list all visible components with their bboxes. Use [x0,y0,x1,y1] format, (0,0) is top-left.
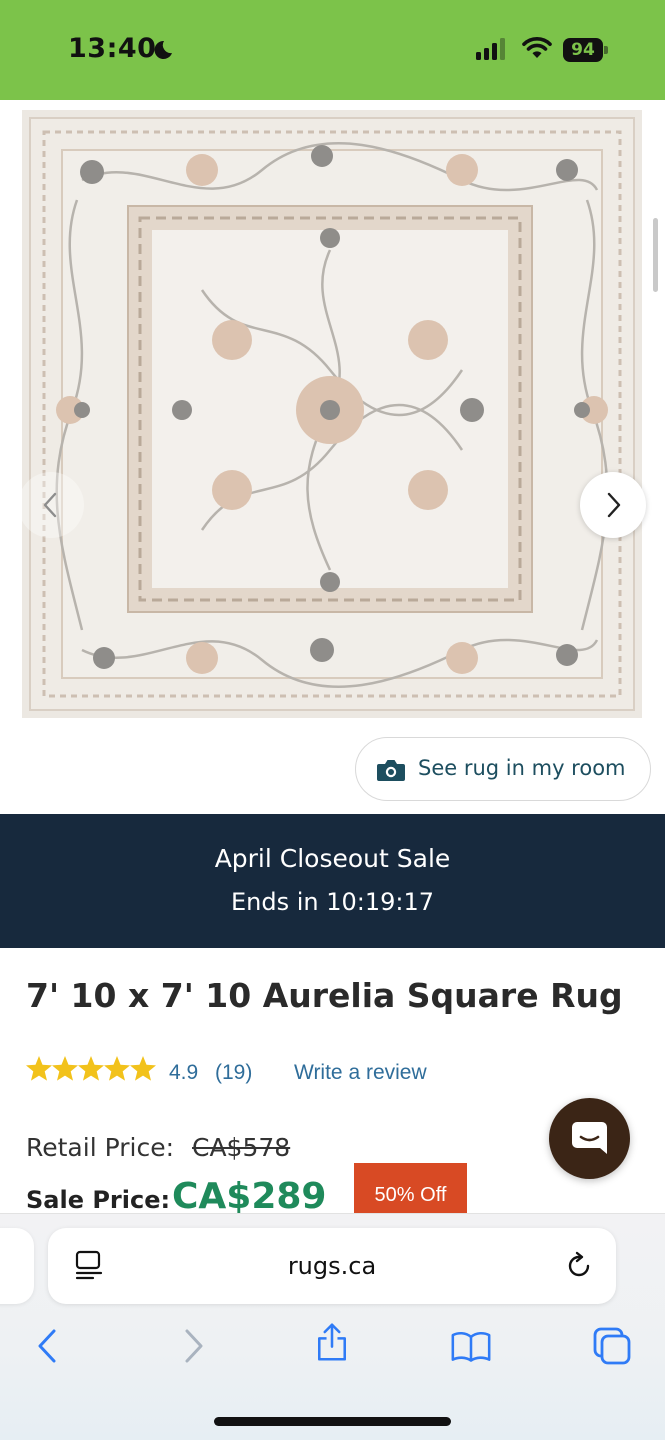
see-rug-in-my-room-button[interactable]: See rug in my room [355,737,651,801]
status-bar: 13:40 94 [0,0,665,100]
product-title: 7' 10 x 7' 10 Aurelia Square Rug [26,976,623,1015]
product-image-carousel[interactable] [0,100,665,815]
battery-tip [604,46,608,54]
review-count-link[interactable]: (19) [215,1061,252,1085]
scroll-indicator [653,218,658,292]
bookmarks-icon[interactable] [451,1326,491,1366]
moon-icon [154,40,172,59]
chevron-left-icon [43,492,57,518]
wifi-icon [522,37,552,58]
battery-indicator: 94 [563,38,609,62]
write-review-link[interactable]: Write a review [294,1061,427,1085]
chat-button[interactable] [549,1098,630,1179]
share-icon[interactable] [312,1322,352,1362]
reload-icon[interactable] [564,1251,594,1281]
discount-badge: 50% Off [354,1163,467,1213]
sale-title: April Closeout Sale [214,844,451,873]
rating-value: 4.9 [169,1061,199,1084]
back-icon[interactable] [28,1326,68,1366]
sale-price-label: Sale Price: [26,1186,171,1214]
chat-bubble-icon [572,1122,607,1154]
see-rug-in-my-room-label: See rug in my room [418,756,626,780]
address-bar[interactable]: rugs.ca [48,1228,616,1304]
camera-icon [377,760,405,781]
carousel-next-button[interactable] [580,472,646,538]
chevron-right-icon [607,492,621,518]
status-time: 13:40 [68,33,157,64]
url-text[interactable]: rugs.ca [48,1252,616,1280]
sale-banner: April Closeout Sale Ends in 10:19:17 [0,814,665,948]
battery-level: 94 [563,38,603,62]
sale-price-value: CA$289 [172,1176,327,1217]
rating-stars [26,1056,156,1081]
retail-price-value: CA$578 [192,1133,291,1162]
retail-price-label: Retail Price: [26,1133,174,1162]
carousel-prev-button[interactable] [18,472,84,538]
forward-icon[interactable] [173,1326,213,1366]
rug-image [22,110,642,718]
tabs-icon[interactable] [592,1326,632,1366]
cellular-signal-icon [476,38,505,60]
home-indicator [214,1417,451,1426]
previous-tab-preview[interactable] [0,1228,34,1304]
sale-countdown: Ends in 10:19:17 [230,888,435,916]
